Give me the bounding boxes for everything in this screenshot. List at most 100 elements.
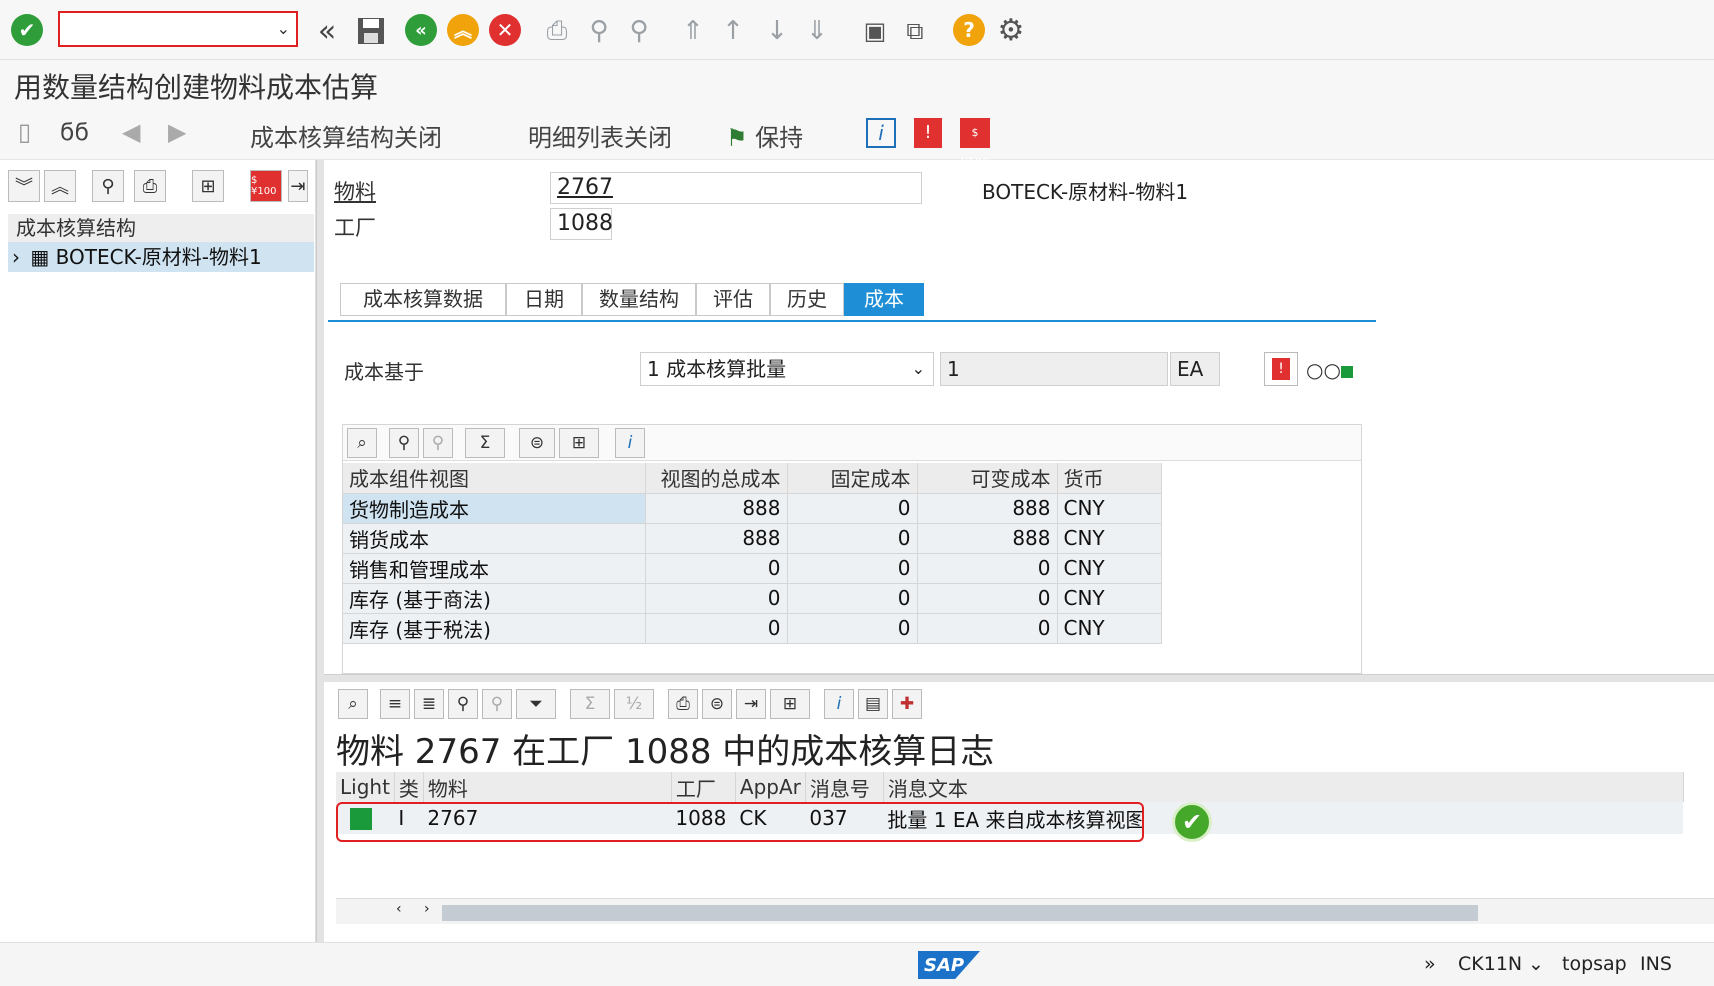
long-text-icon[interactable]: ▤ [858,689,888,719]
views-icon[interactable]: ⊜ [519,428,555,458]
cell[interactable]: 0 [787,583,918,614]
filter-icon[interactable]: ⏷ [516,689,556,719]
tab-dates[interactable]: 日期 [506,283,582,316]
table-row[interactable]: 货物制造成本 888 0 888 CNY [343,493,1162,524]
scroll-right-icon[interactable]: › [424,901,430,917]
column-header[interactable]: 视图的总成本 [645,463,788,494]
back-double-icon[interactable]: « [310,14,344,49]
export-icon[interactable]: ⇥ [736,689,766,719]
cell[interactable]: 0 [917,613,1058,644]
layout-icon[interactable]: ⊞ [559,428,599,458]
cancel-icon[interactable]: ✕ [488,13,522,47]
column-header[interactable]: 可变成本 [917,463,1058,494]
chevron-right-icon[interactable]: › [12,245,20,269]
column-header[interactable]: 类 [394,772,424,802]
cell[interactable]: CNY [1057,553,1162,584]
create-session-icon[interactable]: ▣ [858,14,892,48]
cell[interactable]: 0 [917,583,1058,614]
sort-ascending-icon[interactable]: ≡ [380,689,410,719]
sort-descending-icon[interactable]: ≣ [414,689,444,719]
tab-costs[interactable]: 成本 [844,283,924,316]
find-next-icon[interactable]: ⚲ [482,689,512,719]
settings-icon[interactable]: ⚙ [994,13,1028,48]
costs-100-icon[interactable]: $¥100 [960,118,990,169]
find-next-icon[interactable]: ⚲ [423,428,453,458]
cell[interactable]: 货物制造成本 [343,493,646,524]
collapse-all-icon[interactable]: ︽ [44,170,76,202]
cell[interactable]: 0 [917,553,1058,584]
expand-status-icon[interactable]: » [1424,953,1436,975]
material-field[interactable]: 2767 [550,172,922,204]
enter-icon[interactable]: ✔ [10,13,44,47]
cell[interactable]: CNY [1057,583,1162,614]
info-icon[interactable]: i [866,118,896,148]
subtotal-icon[interactable]: ½ [614,689,654,719]
column-header[interactable]: 固定成本 [787,463,918,494]
costing-structure-off-button[interactable]: 成本核算结构关闭 [250,118,442,153]
column-header[interactable]: Light [336,772,395,802]
find-icon[interactable]: ⚲ [448,689,478,719]
find-icon[interactable]: ⚲ [92,170,124,202]
scrollbar-thumb[interactable] [442,905,1478,921]
cell[interactable]: 888 [645,493,788,524]
save-icon[interactable] [354,14,388,48]
next-icon[interactable]: ▶ [168,118,186,146]
table-row[interactable]: 销售和管理成本 0 0 0 CNY [343,553,1162,584]
scroll-left-icon[interactable]: ‹ [396,901,402,917]
column-header[interactable]: 消息文本 [883,772,1684,802]
previous-icon[interactable]: ◀ [122,118,140,146]
error-log-icon[interactable]: ! [1264,352,1298,386]
new-document-icon[interactable]: ▯ [18,118,31,146]
tab-valuation[interactable]: 评估 [696,283,770,316]
sum-icon[interactable]: Σ [465,428,505,458]
info-icon[interactable]: i [615,428,645,458]
expand-all-icon[interactable]: ︾ [8,170,40,202]
back-icon[interactable]: « [404,13,438,47]
column-header[interactable]: AppAr [735,772,806,802]
shortcut-icon[interactable]: ⧉ [898,14,932,48]
column-header[interactable]: 成本组件视图 [343,463,646,494]
tab-history[interactable]: 历史 [770,283,844,316]
column-header[interactable]: 货币 [1057,463,1162,494]
chevron-down-icon[interactable]: ⌄ [912,353,925,385]
cell[interactable]: CNY [1057,493,1162,524]
cell[interactable]: 0 [787,493,918,524]
layout-icon[interactable]: ⊞ [770,689,810,719]
table-row[interactable]: 库存 (基于商法) 0 0 0 CNY [343,583,1162,614]
display-glasses-icon[interactable]: ϭϭ [60,118,89,146]
cell[interactable]: 888 [645,523,788,554]
details-icon[interactable]: ⌕ [338,689,368,719]
cell[interactable]: 0 [645,553,788,584]
tab-quantity-structure[interactable]: 数量结构 [582,283,696,316]
cell[interactable]: 0 [787,523,918,554]
column-header[interactable]: 物料 [423,772,672,802]
tree-item[interactable]: › ▦ BOTECK-原材料-物料1 [8,242,314,272]
cell[interactable]: 销货成本 [343,523,646,554]
export-icon[interactable]: ⇥ [288,170,308,202]
error-log-icon[interactable]: ! [914,118,942,148]
column-header[interactable]: 工厂 [671,772,736,802]
table-row[interactable]: 库存 (基于税法) 0 0 0 CNY [343,613,1162,644]
sum-icon[interactable]: Σ [570,689,610,719]
column-header[interactable]: 消息号 [805,772,884,802]
vertical-splitter[interactable] [316,160,324,942]
cell[interactable]: 0 [645,613,788,644]
cell[interactable]: 888 [917,493,1058,524]
command-input[interactable] [66,13,266,43]
cell[interactable]: CNY [1057,613,1162,644]
horizontal-splitter[interactable] [324,674,1714,682]
detail-list-off-button[interactable]: 明细列表关闭 [528,118,672,153]
tab-costing-data[interactable]: 成本核算数据 [340,283,506,316]
cell[interactable]: CNY [1057,523,1162,554]
cell[interactable]: 销售和管理成本 [343,553,646,584]
cost-basis-select[interactable]: 1 成本核算批量 ⌄ [640,352,934,386]
costs-100-icon[interactable]: $¥100 [250,170,282,202]
horizontal-scrollbar[interactable]: ‹ › [336,898,1714,924]
command-field[interactable]: ⌄ [58,11,298,47]
print-icon[interactable]: ⎙ [668,689,698,719]
cell[interactable]: 888 [917,523,1058,554]
cell[interactable]: 0 [787,613,918,644]
cell[interactable]: 库存 (基于商法) [343,583,646,614]
views-icon[interactable]: ⊜ [702,689,732,719]
find-icon[interactable]: ⚲ [389,428,419,458]
